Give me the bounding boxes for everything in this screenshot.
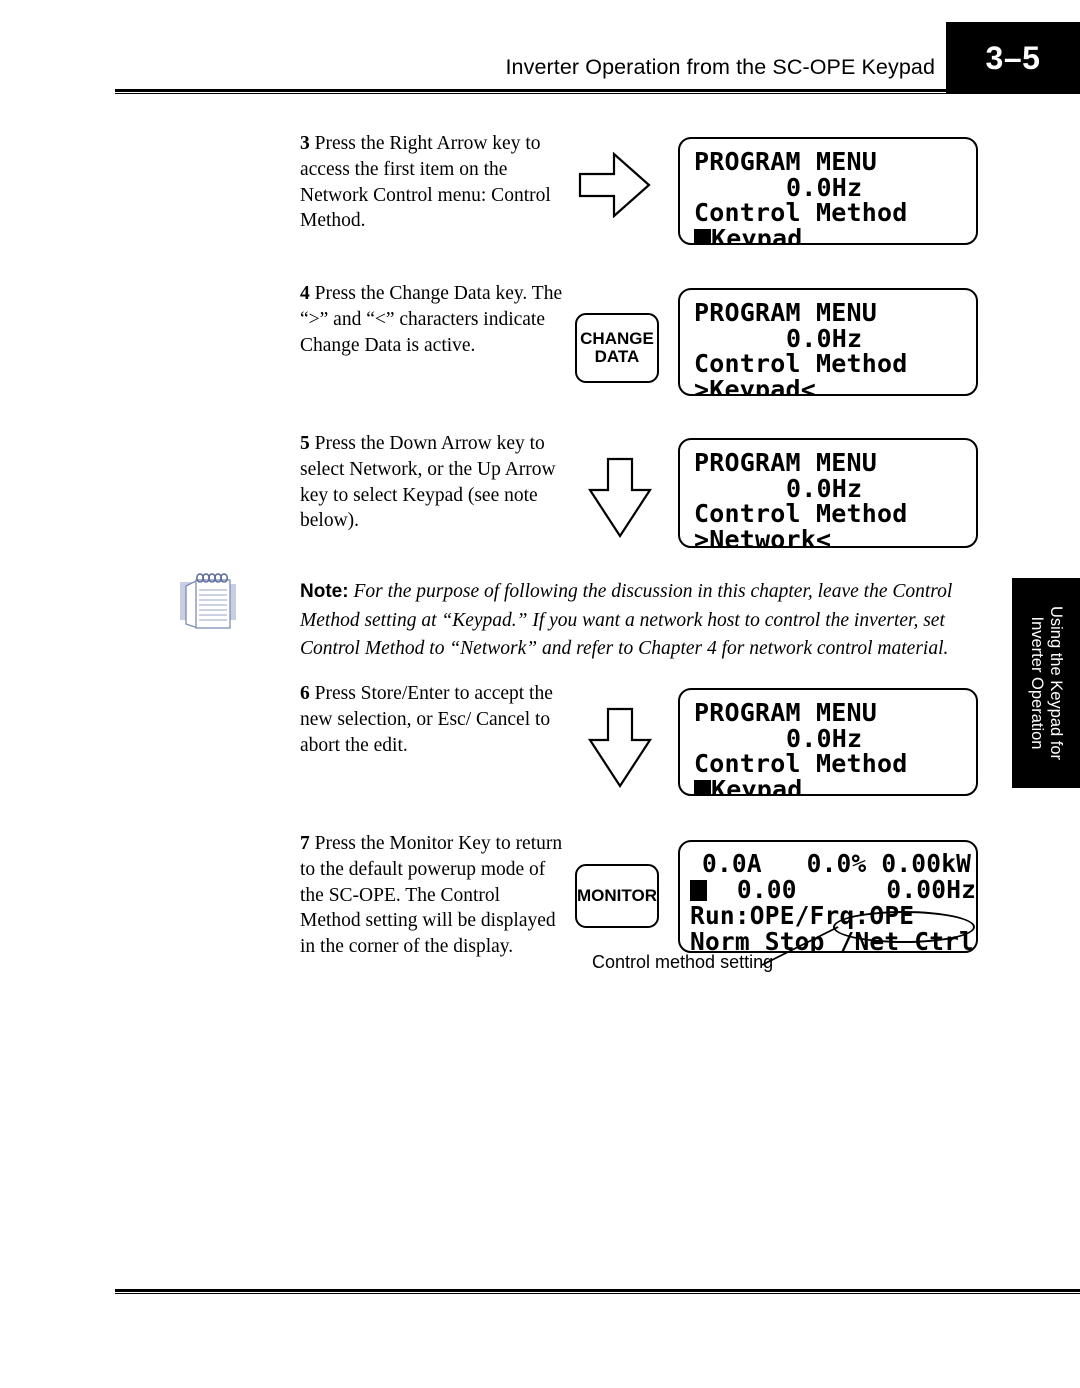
monitor-key-button[interactable]: MONITOR xyxy=(575,864,659,928)
lcd-line-parameter: Control Method xyxy=(694,749,908,778)
lcd-line-frequency: 0.0Hz xyxy=(786,172,863,202)
step-6-number: 6 xyxy=(300,683,310,704)
arrow-down-icon xyxy=(587,457,653,539)
lcd-line-title: PROGRAM MENU xyxy=(694,448,878,477)
step-4-number: 4 xyxy=(300,283,310,304)
lcd-line-frequency: 0.0Hz xyxy=(786,723,863,753)
lcd-line-value: Keypad xyxy=(694,774,968,796)
note-body: For the purpose of following the discuss… xyxy=(300,581,953,659)
lcd-value-text: Keypad xyxy=(711,774,803,796)
lcd-line-value: Keypad xyxy=(694,223,968,245)
step-7-number: 7 xyxy=(300,833,310,854)
arrow-down-icon xyxy=(587,707,653,789)
side-tab-line-1: Using the Keypad for xyxy=(1047,605,1065,761)
lcd-line-title: PROGRAM MENU xyxy=(694,698,878,727)
lcd-line-title: PROGRAM MENU xyxy=(694,147,878,176)
rule-thin-line xyxy=(115,92,1080,94)
lcd-value-text: Keypad xyxy=(711,223,803,245)
step-6-body: Press Store/Enter to accept the new sele… xyxy=(300,683,553,756)
side-tab-line-2: Inverter Operation xyxy=(1028,616,1046,750)
lcd-line-value: >Keypad< xyxy=(694,374,817,396)
lcd-line-value: >Network< xyxy=(694,524,832,548)
arrow-right-icon xyxy=(578,152,652,218)
step-6-text: 6 Press Store/Enter to accept the new se… xyxy=(300,681,565,758)
step-3-text: 3 Press the Right Arrow key to access th… xyxy=(300,131,565,234)
page-number-label: 3–5 xyxy=(985,39,1041,76)
step-5-number: 5 xyxy=(300,433,310,454)
step-5-text: 5 Press the Down Arrow key to select Net… xyxy=(300,431,565,534)
step-5-body: Press the Down Arrow key to select Netwo… xyxy=(300,433,556,532)
lcd-line-parameter: Control Method xyxy=(694,349,908,378)
lcd-line-current-power: 0.0A 0.0% 0.00kW xyxy=(702,849,972,878)
note-label: Note: xyxy=(300,581,349,602)
step-3-body: Press the Right Arrow key to access the … xyxy=(300,133,551,232)
footer-divider-rule xyxy=(115,1289,1080,1294)
notepad-icon xyxy=(180,572,238,634)
step-4-text: 4 Press the Change Data key. The “>” and… xyxy=(300,281,565,358)
note-block: Note: For the purpose of following the d… xyxy=(300,578,980,664)
lcd-line-frequency: 0.00 0.00Hz xyxy=(690,877,976,903)
callout-leader-line xyxy=(760,925,870,972)
page-header-title: Inverter Operation from the SC-OPE Keypa… xyxy=(505,55,935,79)
change-data-key-button[interactable]: CHANGE DATA xyxy=(575,313,659,383)
lcd-display-step-6: PROGRAM MENU 0.0Hz Control Method Keypad xyxy=(678,688,978,796)
lcd-display-step-5: PROGRAM MENU 0.0Hz Control Method >Netwo… xyxy=(678,438,978,548)
change-data-key-label-line1: CHANGE xyxy=(580,328,654,348)
lcd-line-parameter: Control Method xyxy=(694,499,908,528)
lcd-line-frequency: 0.0Hz xyxy=(786,473,863,503)
step-7-text: 7 Press the Monitor Key to return to the… xyxy=(300,831,565,960)
lcd-display-step-3: PROGRAM MENU 0.0Hz Control Method Keypad xyxy=(678,137,978,245)
lcd-display-step-4: PROGRAM MENU 0.0Hz Control Method >Keypa… xyxy=(678,288,978,396)
block-cursor-icon xyxy=(694,228,711,243)
lcd-line-title: PROGRAM MENU xyxy=(694,298,878,327)
page-number-badge: 3–5 xyxy=(946,22,1080,94)
lcd-line-parameter: Control Method xyxy=(694,198,908,227)
lcd-line-frequency: 0.0Hz xyxy=(786,323,863,353)
step-4-body: Press the Change Data key. The “>” and “… xyxy=(300,283,563,356)
rule-thick-line xyxy=(115,1289,1080,1292)
lcd-frequency-text: 0.00 0.00Hz xyxy=(707,875,977,904)
rule-thin-line xyxy=(115,1292,1080,1294)
rule-thick-line xyxy=(115,89,1080,92)
step-3-number: 3 xyxy=(300,133,310,154)
monitor-key-label: MONITOR xyxy=(577,885,657,905)
chapter-side-tab: Using the Keypad for Inverter Operation xyxy=(1012,578,1080,788)
step-7-body: Press the Monitor Key to return to the d… xyxy=(300,833,563,958)
change-data-key-label-line2: DATA xyxy=(594,347,640,366)
header-divider-rule xyxy=(115,89,1080,94)
chapter-side-tab-text: Using the Keypad for Inverter Operation xyxy=(1027,580,1065,786)
block-cursor-icon xyxy=(690,880,707,901)
callout-label: Control method setting xyxy=(592,952,774,972)
block-cursor-icon xyxy=(694,779,711,794)
